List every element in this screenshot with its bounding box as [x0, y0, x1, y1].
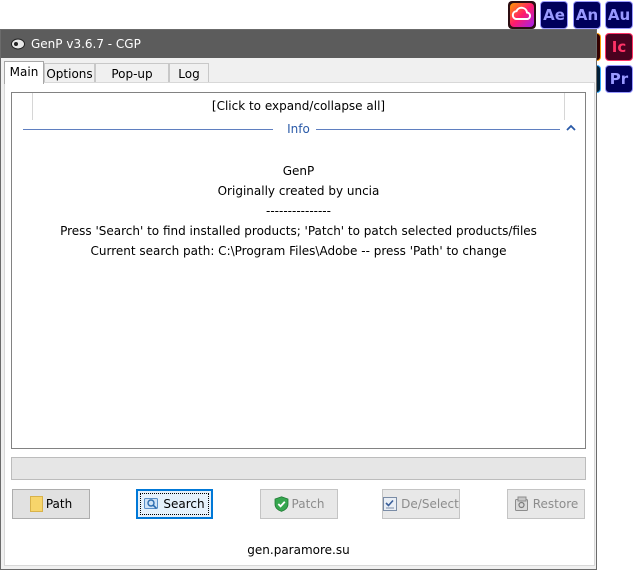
restore-button[interactable]: Restore — [507, 489, 585, 519]
footer-website-link[interactable]: gen.paramore.su — [0, 543, 597, 557]
title-bar[interactable]: GenP v3.6.7 - CGP — [1, 30, 596, 58]
info-line-search-path: Current search path: C:\Program Files\Ad… — [90, 244, 507, 258]
search-button[interactable]: Search — [136, 489, 213, 519]
expand-collapse-toggle[interactable]: [Click to expand/collapse all] — [32, 93, 565, 120]
patch-button-label: Patch — [291, 497, 325, 511]
incopy-label: Ic — [611, 38, 627, 56]
path-button-label: Path — [45, 497, 73, 511]
animate-label: An — [575, 6, 599, 24]
shield-check-icon — [274, 496, 288, 512]
premiere-pro-icon[interactable]: Pr — [605, 65, 633, 93]
deselect-button-label: De/Select — [401, 497, 459, 511]
tab-main[interactable]: Main — [4, 61, 44, 84]
after-effects-icon[interactable]: Ae — [540, 1, 568, 29]
path-button[interactable]: Path — [12, 489, 90, 519]
tab-popup-tools[interactable]: Pop-up Tools — [95, 63, 169, 101]
creative-cloud-icon[interactable] — [508, 1, 536, 29]
info-line-app-name: GenP — [282, 164, 315, 178]
creative-cloud-logo-icon — [510, 3, 534, 27]
expand-collapse-label: [Click to expand/collapse all] — [211, 99, 386, 113]
premiere-pro-label: Pr — [609, 70, 629, 88]
info-line-separator: --------------- — [266, 204, 331, 218]
folder-icon — [29, 496, 43, 512]
info-section-header[interactable]: Info — [12, 122, 585, 136]
checklist-icon — [383, 497, 398, 511]
progress-bar — [11, 457, 586, 480]
search-icon — [144, 498, 159, 510]
incopy-icon[interactable]: Ic — [605, 33, 633, 61]
tab-options[interactable]: Options — [44, 63, 95, 83]
search-button-label: Search — [163, 497, 205, 511]
restore-icon — [514, 496, 528, 511]
info-section-label: Info — [281, 122, 316, 136]
tab-log[interactable]: Log — [169, 63, 209, 83]
deselect-button[interactable]: De/Select — [382, 489, 460, 519]
info-line-credit: Originally created by uncia — [217, 184, 380, 198]
audition-label: Au — [607, 6, 631, 24]
restore-button-label: Restore — [532, 497, 579, 511]
after-effects-label: Ae — [543, 6, 565, 24]
app-title-icon — [11, 38, 25, 50]
window-title: GenP v3.6.7 - CGP — [31, 37, 141, 51]
chevron-up-icon[interactable] — [566, 124, 576, 132]
patch-button[interactable]: Patch — [260, 489, 338, 519]
animate-icon[interactable]: An — [573, 1, 601, 29]
audition-icon[interactable]: Au — [605, 1, 633, 29]
info-line-instructions: Press 'Search' to find installed product… — [60, 224, 537, 238]
products-tree-view[interactable]: [Click to expand/collapse all] Info GenP… — [11, 92, 586, 449]
